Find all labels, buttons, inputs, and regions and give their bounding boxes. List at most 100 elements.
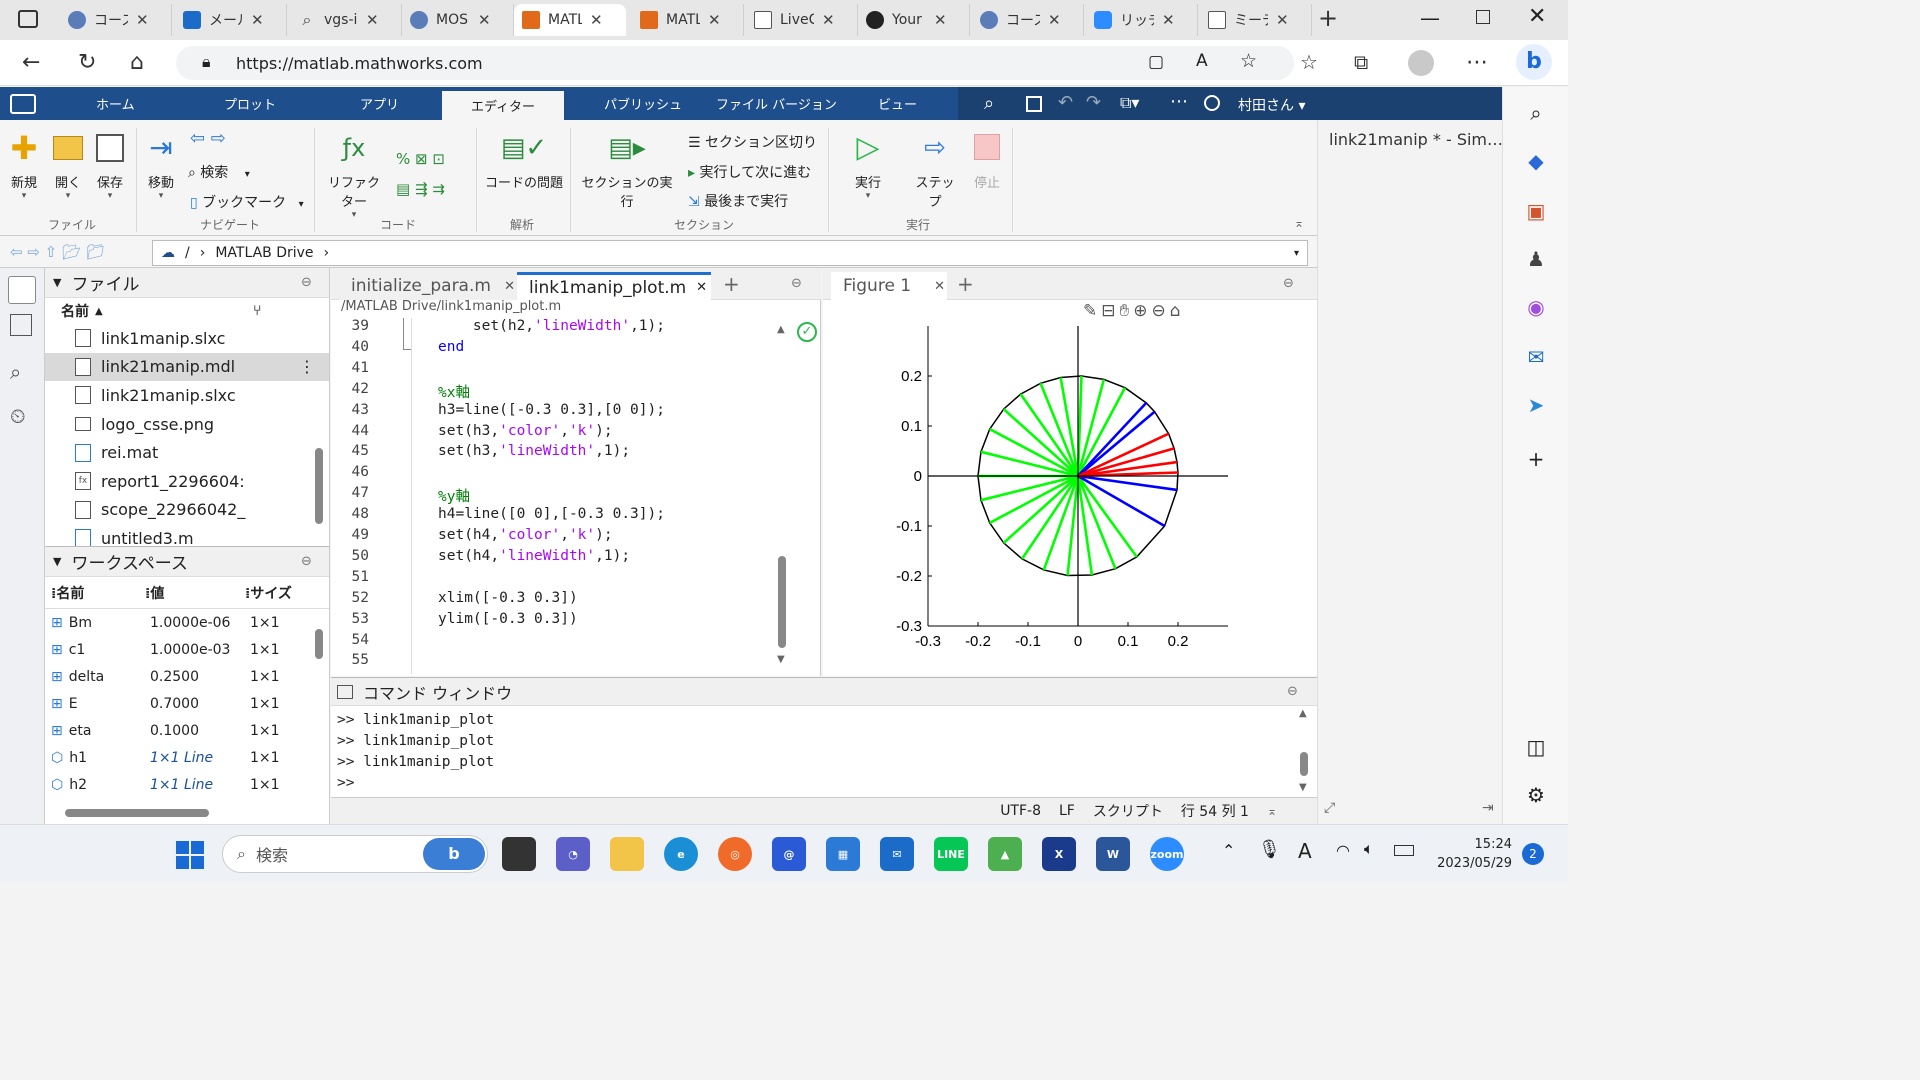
code-line[interactable]: 43 h3=line([-0.3 0.3],[0 0]); [331, 402, 665, 423]
code-line[interactable]: 48 h4=line([0 0],[-0.3 0.3]); [331, 506, 665, 527]
save-quick-icon[interactable] [1026, 96, 1042, 112]
layout-icon[interactable]: ⧉▾ [1120, 93, 1139, 113]
command-scrollbar[interactable]: ▲ ▼ [1299, 708, 1309, 796]
move-button[interactable]: ⇥ 移動 ▾ [144, 132, 178, 202]
bookmark-button[interactable]: ▯ ブックマーク ▾ [190, 192, 304, 212]
more-icon[interactable]: ⋯ [1466, 50, 1488, 75]
section-break-button[interactable]: ☰ セクション区切り [688, 132, 817, 152]
restore-button[interactable] [1476, 10, 1490, 24]
tray-chevron-icon[interactable]: ⌃ [1222, 841, 1235, 860]
home-icon[interactable]: ⌂ [130, 50, 144, 75]
close-tab-icon[interactable]: ✕ [934, 11, 947, 29]
close-tab-icon[interactable]: ✕ [251, 11, 264, 29]
close-tab-icon[interactable]: ✕ [590, 11, 603, 29]
word-icon[interactable]: W [1096, 837, 1130, 871]
panel-menu-icon[interactable]: ⊖ [301, 554, 312, 569]
files-panel-icon[interactable] [8, 276, 36, 304]
file-explorer-icon[interactable] [610, 837, 644, 871]
undo-icon[interactable]: ↶ [1058, 92, 1073, 113]
code-line[interactable]: 55 [331, 652, 369, 673]
more-quick-icon[interactable]: ⋯ [1170, 91, 1188, 112]
code-line[interactable]: 42 %x軸 [331, 381, 470, 402]
browser-tab[interactable]: ミーテ ✕ [1200, 4, 1312, 36]
tab-home[interactable]: ホーム [96, 87, 135, 120]
cmd-menu-icon[interactable]: ⊖ [1287, 684, 1298, 699]
open-button[interactable]: 開く ▾ [52, 132, 84, 201]
code-line[interactable]: 47 %y軸 [331, 485, 470, 506]
zoom-icon[interactable]: zoom [1150, 837, 1184, 871]
close-figure-icon[interactable]: ✕ [934, 279, 945, 294]
minimize-button[interactable]: — [1420, 6, 1440, 30]
workspace-row[interactable]: ⊞ E 0.7000 1×1 [45, 690, 329, 717]
close-tab-icon[interactable]: ✕ [822, 11, 835, 29]
workspace-row[interactable]: ⊞ c1 1.0000e-03 1×1 [45, 636, 329, 663]
tab-editor[interactable]: エディター [442, 91, 564, 120]
battery-icon[interactable] [1394, 845, 1414, 856]
status-expand-icon[interactable]: ⌅ [1267, 804, 1277, 818]
user-menu[interactable]: 村田さん ▾ [1238, 95, 1305, 115]
run-button[interactable]: ▷ 実行 ▾ [848, 132, 888, 202]
git-icon[interactable]: ⑂ [253, 303, 261, 319]
volume-icon[interactable]: 🔈︎ [1364, 839, 1374, 859]
line-icon[interactable]: LINE [934, 837, 968, 871]
code-line[interactable]: 53 ylim([-0.3 0.3]) [331, 611, 578, 632]
close-tab-icon[interactable]: ✕ [366, 11, 379, 29]
browser-tab[interactable]: メール ✕ [175, 4, 287, 36]
tab-view[interactable]: ビュー [878, 87, 917, 120]
microphone-icon[interactable]: 🎙︎ [1258, 839, 1281, 860]
code-line[interactable]: 40 end [331, 339, 465, 360]
notification-badge[interactable]: 2 [1522, 843, 1544, 865]
code-line[interactable]: 46 [331, 464, 369, 485]
office-icon[interactable]: ◉ [1523, 295, 1549, 321]
redo-icon[interactable]: ↷ [1086, 92, 1101, 113]
run-to-end-button[interactable]: ⇲ 最後まで実行 [688, 191, 788, 211]
workspace-column-header[interactable]: ⁞名前 ⁞値 ⁞サイズ [45, 577, 329, 609]
file-list-item[interactable]: rei.mat [45, 438, 329, 467]
send-icon[interactable]: ➤ [1523, 393, 1549, 419]
new-figure-tab-button[interactable]: + [957, 272, 974, 296]
file-list-item[interactable]: link21manip.slxc [45, 381, 329, 410]
expand-side-panel-icon[interactable]: ⤢ [1324, 800, 1335, 816]
collapse-side-panel-icon[interactable]: ⇥ [1482, 800, 1494, 816]
collections-icon[interactable]: ⧉ [1354, 50, 1368, 74]
clipboard-icon[interactable]: ▢ [1148, 52, 1164, 72]
wifi-icon[interactable]: ◠ [1336, 841, 1350, 860]
code-line[interactable]: 49 set(h4,'color','k'); [331, 527, 613, 548]
workspace-row[interactable]: ⊞ delta 0.2500 1×1 [45, 663, 329, 690]
new-button[interactable]: ✚ 新規 ▾ [8, 132, 40, 201]
browser-tab[interactable]: Your ✕ [858, 4, 970, 36]
editor-menu-icon[interactable]: ⊖ [791, 276, 802, 291]
close-window-button[interactable]: ✕ [1528, 4, 1546, 29]
browser-tab[interactable]: ⌕ vgs-i ✕ [290, 4, 402, 36]
workspace-row[interactable]: ⬡ h1 1×1 Line 1×1 [45, 744, 329, 771]
back-icon[interactable]: ← [22, 50, 40, 75]
browser-tab[interactable]: MATL ✕ [514, 4, 626, 36]
command-prompt[interactable]: >> [331, 773, 1317, 794]
favorite-add-icon[interactable]: ☆ [1240, 50, 1257, 72]
profile-avatar[interactable] [1408, 50, 1434, 76]
files-scrollbar[interactable] [315, 324, 325, 524]
new-tab-button[interactable]: + [1318, 4, 1338, 32]
side-panel-title[interactable]: link21manip * - Sim… [1329, 130, 1503, 149]
panel-menu-icon[interactable]: ⊖ [301, 275, 312, 290]
code-analyzer-ok-icon[interactable]: ✓ [797, 322, 817, 342]
history-icon[interactable]: ⏲ [10, 404, 26, 428]
close-tab-icon[interactable]: ✕ [136, 11, 149, 29]
save-button[interactable]: 保存 ▾ [94, 132, 126, 201]
workspace-hscrollbar[interactable] [65, 809, 209, 817]
code-tools-icons[interactable]: % ⊠ ⊡ ▤ ⇶ ⇉ [396, 144, 472, 204]
help-icon[interactable] [1204, 95, 1220, 111]
search-button[interactable]: ⌕ 検索 ▾ [188, 162, 250, 182]
folder-nav-icons[interactable]: ⇦ ⇨ ⇧ 📂︎ 📁︎ [10, 243, 105, 261]
browser-tab[interactable]: MOS ✕ [402, 4, 514, 36]
close-tab-icon[interactable]: ✕ [504, 279, 515, 294]
code-line[interactable]: 45 set(h3,'lineWidth',1); [331, 443, 631, 464]
browser-tab[interactable]: コース ✕ [972, 4, 1084, 36]
code-line[interactable]: 44 set(h3,'color','k'); [331, 423, 613, 444]
workspace-row[interactable]: ⊞ eta 0.1000 1×1 [45, 717, 329, 744]
workspace-row[interactable]: ⊞ Bm 1.0000e-06 1×1 [45, 609, 329, 636]
file-list-item[interactable]: link1manip.slxc [45, 324, 329, 353]
games-icon[interactable]: ♟ [1523, 247, 1549, 273]
tools-briefcase-icon[interactable]: ▣ [1523, 199, 1549, 225]
bing-icon[interactable]: b [1516, 44, 1552, 80]
